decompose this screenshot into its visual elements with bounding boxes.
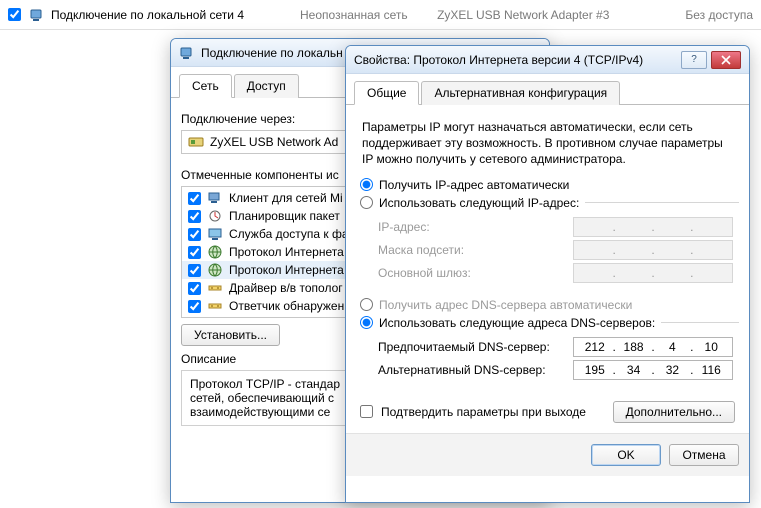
subnet-mask-label: Маска подсети: (378, 243, 567, 257)
radio-label: Получить IP-адрес автоматически (379, 178, 569, 192)
radio-label: Использовать следующие адреса DNS-сервер… (379, 316, 655, 330)
tab-access[interactable]: Доступ (234, 74, 299, 98)
gateway-label: Основной шлюз: (378, 266, 567, 280)
radio-ip-auto-input[interactable] (360, 178, 373, 191)
protocol-icon (207, 244, 223, 260)
preferred-dns-label: Предпочитаемый DNS-сервер: (378, 340, 567, 354)
help-button[interactable]: ? (681, 51, 707, 69)
radio-ip-auto[interactable]: Получить IP-адрес автоматически (356, 176, 739, 194)
radio-dns-manual-input[interactable] (360, 316, 373, 329)
network-icon (29, 7, 45, 23)
component-checkbox[interactable] (188, 228, 201, 241)
radio-label: Получить адрес DNS-сервера автоматически (379, 298, 632, 312)
component-label: Драйвер в/в тополог (229, 281, 343, 295)
close-button[interactable] (711, 51, 741, 69)
panel-general: Параметры IP могут назначаться автоматич… (346, 105, 749, 433)
network-name: Подключение по локальной сети 4 (51, 8, 244, 22)
radio-dns-auto[interactable]: Получить адрес DNS-сервера автоматически (356, 296, 739, 314)
component-checkbox[interactable] (188, 264, 201, 277)
component-label: Протокол Интернета (229, 263, 344, 277)
component-label: Клиент для сетей Mi (229, 191, 343, 205)
share-icon (207, 226, 223, 242)
scheduler-icon (207, 208, 223, 224)
gateway-input: ... (573, 263, 733, 283)
info-text: Параметры IP могут назначаться автоматич… (356, 115, 739, 172)
component-checkbox[interactable] (188, 192, 201, 205)
radio-dns-auto-input[interactable] (360, 298, 373, 311)
confirm-on-exit-checkbox[interactable] (360, 405, 373, 418)
component-checkbox[interactable] (188, 300, 201, 313)
ip-group: Получить IP-адрес автоматически Использо… (356, 176, 739, 290)
ip-address-input: ... (573, 217, 733, 237)
cancel-button[interactable]: Отмена (669, 444, 739, 466)
window-title: Свойства: Протокол Интернета версии 4 (T… (354, 53, 675, 67)
alt-dns-label: Альтернативный DNS-сервер: (378, 363, 567, 377)
preferred-dns-input[interactable]: 212. 188. 4. 10 (573, 337, 733, 357)
protocol-icon (207, 262, 223, 278)
component-checkbox[interactable] (188, 282, 201, 295)
component-label: Протокол Интернета (229, 245, 344, 259)
tabs: Общие Альтернативная конфигурация (346, 74, 749, 105)
component-checkbox[interactable] (188, 246, 201, 259)
network-access: Без доступа (685, 8, 753, 22)
tab-alt-config[interactable]: Альтернативная конфигурация (421, 81, 620, 105)
install-button[interactable]: Установить... (181, 324, 280, 346)
client-icon (207, 190, 223, 206)
component-label: Ответчик обнаружен (229, 299, 344, 313)
titlebar[interactable]: Свойства: Протокол Интернета версии 4 (T… (346, 46, 749, 74)
network-icon (179, 45, 195, 61)
subnet-mask-input: ... (573, 240, 733, 260)
topology-icon (207, 280, 223, 296)
confirm-on-exit-label: Подтвердить параметры при выходе (381, 405, 586, 419)
tab-network[interactable]: Сеть (179, 74, 232, 98)
network-adapter: ZyXEL USB Network Adapter #3 (437, 8, 609, 22)
component-label: Планировщик пакет (229, 209, 340, 223)
dns-group: Получить адрес DNS-сервера автоматически… (356, 296, 739, 387)
network-row-checkbox[interactable] (8, 8, 21, 21)
network-list-row[interactable]: Подключение по локальной сети 4 Неопозна… (0, 0, 761, 30)
dialog-footer: OK Отмена (346, 433, 749, 476)
tab-general[interactable]: Общие (354, 81, 419, 105)
component-label: Служба доступа к фа (229, 227, 349, 241)
ip-address-label: IP-адрес: (378, 220, 567, 234)
radio-ip-manual-input[interactable] (360, 196, 373, 209)
component-checkbox[interactable] (188, 210, 201, 223)
topology-icon (207, 298, 223, 314)
alt-dns-input[interactable]: 195. 34. 32. 116 (573, 360, 733, 380)
ipv4-properties-window: Свойства: Протокол Интернета версии 4 (T… (345, 45, 750, 503)
ok-button[interactable]: OK (591, 444, 661, 466)
advanced-button[interactable]: Дополнительно... (613, 401, 735, 423)
adapter-name: ZyXEL USB Network Ad (210, 135, 338, 149)
adapter-icon (188, 134, 204, 150)
network-status: Неопознанная сеть (300, 8, 408, 22)
radio-label: Использовать следующий IP-адрес: (379, 196, 579, 210)
